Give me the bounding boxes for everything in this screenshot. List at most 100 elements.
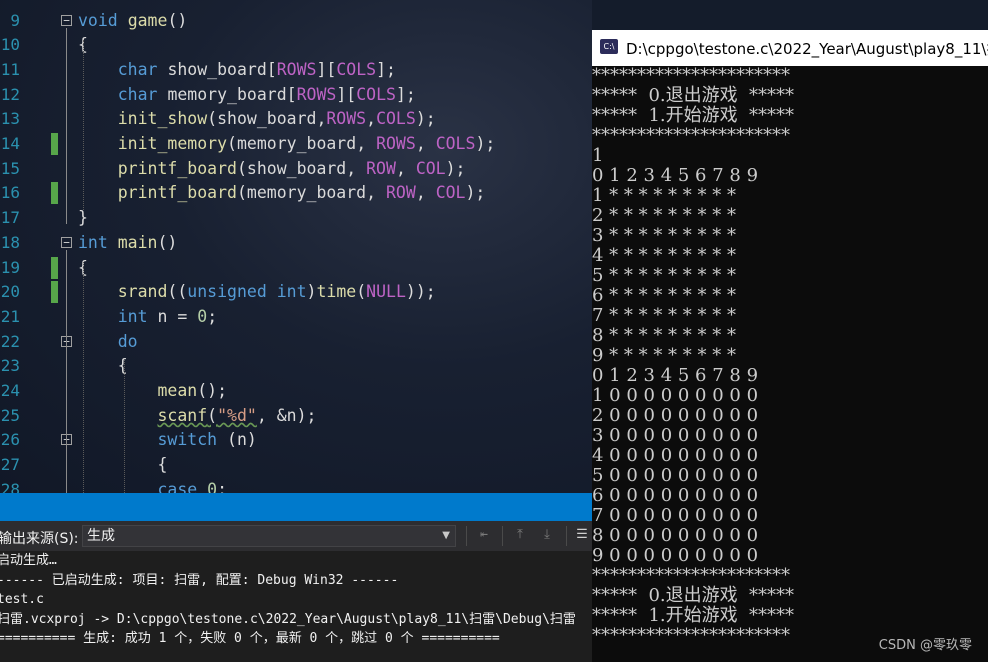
line-number: 28 [0, 479, 20, 493]
output-source-select[interactable]: 生成 ▼ [82, 525, 456, 547]
line-number: 14 [0, 134, 20, 153]
console-line: ********************** [592, 125, 790, 146]
code-line[interactable]: 24 mean(); [0, 379, 592, 404]
collapse-icon[interactable]: − [61, 236, 72, 248]
code-line[interactable]: 10{ [0, 33, 592, 58]
output-line: test.c [0, 592, 44, 607]
line-number: 24 [0, 381, 20, 400]
console-line: 8 0 0 0 0 0 0 0 0 0 [592, 525, 759, 546]
console-line: ********************** [592, 65, 790, 86]
console-title: D:\cppgo\testone.c\2022_Year\August\play… [626, 40, 988, 58]
code-line[interactable]: 18 − int main() [0, 231, 592, 256]
code-text[interactable]: { [78, 453, 167, 478]
chevron-down-icon: ▼ [442, 530, 450, 541]
watermark: CSDN @零玖零 [878, 638, 972, 653]
output-source-value: 生成 [87, 528, 115, 544]
line-number: 18 [0, 232, 20, 252]
console-line: 4 0 0 0 0 0 0 0 0 0 [592, 445, 759, 466]
console-line: ********************** [592, 565, 790, 586]
console-line: 3 * * * * * * * * * [592, 225, 736, 246]
fold-guide-do [66, 348, 67, 493]
code-line[interactable]: 15 printf_board(show_board, ROW, COL); [0, 157, 592, 182]
code-line[interactable]: 11 char show_board[ROWS][COLS]; [0, 58, 592, 83]
console-line: 6 * * * * * * * * * [592, 285, 736, 306]
toolbar-separator [502, 526, 503, 546]
code-line[interactable]: 16 printf_board(memory_board, ROW, COL); [0, 181, 592, 206]
code-text[interactable]: int n = 0; [78, 305, 217, 330]
code-line[interactable]: 21 int n = 0; [0, 305, 592, 330]
console-line: 1 [592, 145, 604, 166]
code-text[interactable]: switch (n) [78, 428, 256, 453]
line-number: 25 [0, 405, 20, 425]
code-line[interactable]: 19{ [0, 256, 592, 281]
console-line: 9 0 0 0 0 0 0 0 0 0 [592, 545, 759, 566]
output-toolbar: 输出来源(S): 生成 ▼ ⇤ ⤒ ⤓ ☰ [0, 521, 592, 551]
console-line: 7 0 0 0 0 0 0 0 0 0 [592, 505, 759, 526]
code-line[interactable]: 26− switch (n) [0, 428, 592, 453]
line-number: 22 [0, 331, 20, 351]
code-editor[interactable]: 9− void game() 10{11 char show_board[ROWS]… [0, 0, 592, 493]
console-app-icon: C:\ [600, 39, 618, 54]
clear-all-icon[interactable]: ☰ [574, 527, 590, 543]
collapse-icon[interactable]: − [61, 14, 72, 26]
code-line[interactable]: 9 − void game() [0, 9, 592, 34]
code-text[interactable]: int main() [78, 231, 177, 256]
code-line[interactable]: 20 srand((unsigned int)time(NULL)); [0, 280, 592, 305]
code-text[interactable]: { [78, 354, 128, 379]
code-line[interactable]: 17} [0, 206, 592, 231]
line-number: 10 [0, 35, 20, 55]
line-number: 20 [0, 282, 20, 302]
toolbar-separator [466, 526, 467, 546]
code-text[interactable]: do [78, 330, 138, 355]
line-number: 16 [0, 183, 20, 203]
console-line: 0 1 2 3 4 5 6 7 8 9 [592, 165, 759, 186]
code-line[interactable]: 28 case 0: [0, 478, 592, 493]
code-text[interactable]: srand((unsigned int)time(NULL)); [78, 280, 436, 305]
code-line[interactable]: 12 char memory_board[ROWS][COLS]; [0, 83, 592, 108]
line-number: 21 [0, 306, 20, 326]
code-text[interactable]: char memory_board[ROWS][COLS]; [78, 83, 416, 108]
code-text[interactable]: mean(); [78, 379, 227, 404]
console-line: ***** 0.退出游戏 ***** [592, 85, 795, 106]
console-line: ***** 1.开始游戏 ***** [592, 105, 795, 126]
console-line: 3 0 0 0 0 0 0 0 0 0 [592, 425, 759, 446]
console-line: 2 0 0 0 0 0 0 0 0 0 [592, 405, 759, 426]
code-text[interactable]: printf_board(show_board, ROW, COL); [78, 157, 466, 182]
indent-guide [124, 360, 125, 493]
console-line: 6 0 0 0 0 0 0 0 0 0 [592, 485, 759, 506]
console-line: 8 * * * * * * * * * [592, 325, 736, 346]
code-line[interactable]: 23 { [0, 354, 592, 379]
line-number: 11 [0, 59, 20, 79]
line-number: 13 [0, 109, 20, 129]
console-line: 9 * * * * * * * * * [592, 345, 736, 366]
line-number: 26 [0, 430, 20, 450]
code-text[interactable]: init_show(show_board,ROWS,COLS); [78, 107, 436, 132]
code-line[interactable]: 25 scanf("%d", &n); [0, 404, 592, 429]
change-marker [51, 133, 58, 155]
previous-message-icon[interactable]: ⤒ [512, 527, 528, 543]
output-line: ========== 生成: 成功 1 个，失败 0 个，最新 0 个，跳过 0… [0, 631, 500, 646]
code-text[interactable]: printf_board(memory_board, ROW, COL); [78, 181, 486, 206]
code-line[interactable]: 22− do [0, 330, 592, 355]
code-text[interactable]: init_memory(memory_board, ROWS, COLS); [78, 132, 496, 157]
code-line[interactable]: 14 init_memory(memory_board, ROWS, COLS)… [0, 132, 592, 157]
output-text[interactable]: 启动生成… ------ 已启动生成: 项目: 扫雷, 配置: Debug Win… [0, 551, 592, 662]
code-text[interactable]: scanf("%d", &n); [78, 404, 316, 429]
console-line: 0 1 2 3 4 5 6 7 8 9 [592, 365, 759, 386]
indent-guide [83, 40, 84, 210]
output-panel-header[interactable] [0, 493, 592, 521]
console-line: 4 * * * * * * * * * [592, 245, 736, 266]
console-line: ***** 0.退出游戏 ***** [592, 585, 795, 606]
console-output: ********************** ***** 0.退出游戏 *****… [592, 66, 988, 646]
code-text[interactable]: case 0: [78, 478, 227, 493]
line-number: 23 [0, 356, 20, 376]
code-text[interactable]: void game() [78, 9, 187, 34]
next-message-icon[interactable]: ⤓ [539, 527, 555, 543]
code-line[interactable]: 27 { [0, 453, 592, 478]
console-title-bar[interactable]: C:\ D:\cppgo\testone.c\2022_Year\August\… [592, 30, 988, 66]
console-window[interactable]: C:\ D:\cppgo\testone.c\2022_Year\August\… [592, 30, 988, 662]
code-text[interactable]: char show_board[ROWS][COLS]; [78, 58, 396, 83]
console-line: 1 * * * * * * * * * [592, 185, 736, 206]
code-line[interactable]: 13 init_show(show_board,ROWS,COLS); [0, 107, 592, 132]
find-message-icon[interactable]: ⇤ [476, 527, 492, 543]
